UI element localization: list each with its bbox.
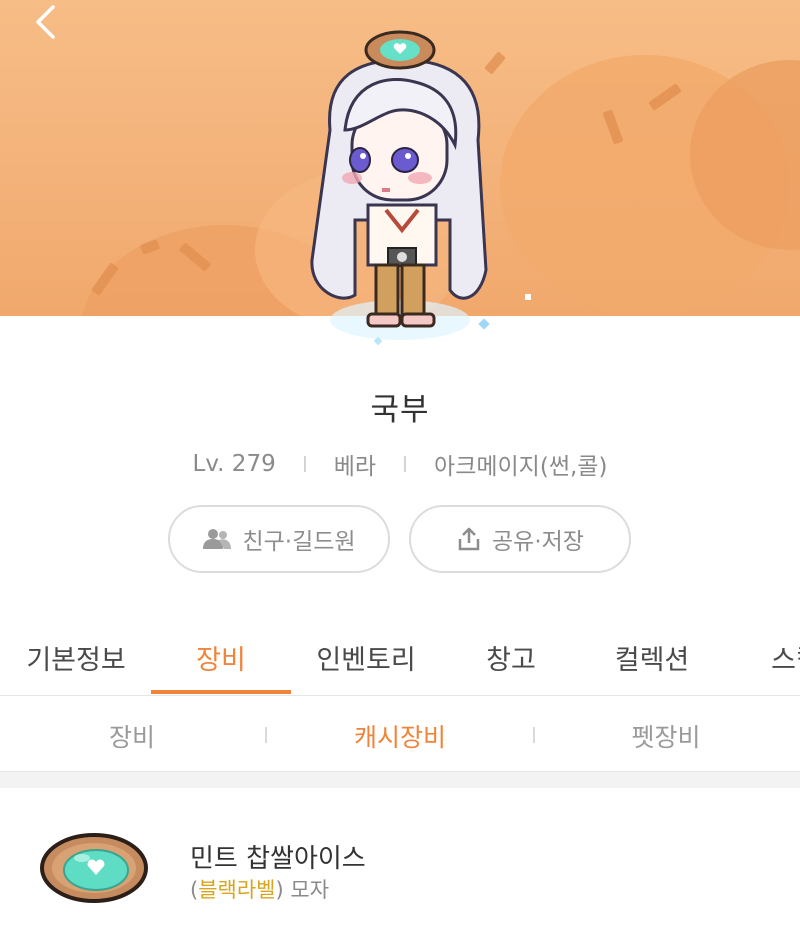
tab-collection[interactable]: 컬렉션 xyxy=(615,638,690,677)
tab-equipment[interactable]: 장비 xyxy=(196,638,246,677)
item-label-paren: ) xyxy=(275,878,284,902)
people-icon xyxy=(203,529,232,549)
mint-rice-cake-ice-icon xyxy=(40,833,148,903)
sparkle-icon xyxy=(525,294,531,300)
tab-inventory[interactable]: 인벤토리 xyxy=(316,638,415,677)
main-tabs: 기본정보 장비 인벤토리 창고 컬렉션 스킬 xyxy=(0,630,800,696)
divider xyxy=(404,456,407,472)
friends-guild-label: 친구·길드원 xyxy=(242,529,356,555)
friends-guild-button[interactable]: 친구·길드원 xyxy=(168,505,390,573)
divider xyxy=(265,727,267,743)
subtab-pet-equipment[interactable]: 펫장비 xyxy=(631,718,700,754)
character-name: 국부 xyxy=(370,392,430,428)
sub-tabs: 장비 캐시장비 펫장비 xyxy=(0,700,800,770)
character-job: 아크메이지(썬,콜) xyxy=(434,454,608,480)
tabs-divider xyxy=(0,695,800,696)
divider xyxy=(533,727,535,743)
subtab-cash-equipment[interactable]: 캐시장비 xyxy=(354,718,446,754)
character-meta: Lv. 279 베라 아크메이지(썬,콜) xyxy=(0,447,800,481)
tab-storage[interactable]: 창고 xyxy=(486,638,536,677)
item-label-paren: ( xyxy=(190,878,199,902)
item-category: 모자 xyxy=(290,878,330,902)
character-avatar xyxy=(310,30,490,346)
list-item[interactable]: 민트 찹쌀아이스 (블랙라벨) 모자 xyxy=(0,788,800,941)
share-icon xyxy=(458,527,480,551)
active-tab-indicator xyxy=(151,690,291,694)
character-world: 베라 xyxy=(333,454,377,480)
share-save-button[interactable]: 공유·저장 xyxy=(409,505,631,573)
subtab-equipment[interactable]: 장비 xyxy=(109,718,155,754)
divider xyxy=(303,456,306,472)
share-save-label: 공유·저장 xyxy=(492,529,584,555)
tab-skill[interactable]: 스킬 xyxy=(771,638,800,677)
character-level: Lv. 279 xyxy=(192,451,276,477)
item-label: 블랙라벨 xyxy=(198,878,276,902)
chevron-left-icon xyxy=(36,5,55,39)
section-divider xyxy=(0,771,800,788)
item-category-line: (블랙라벨) 모자 xyxy=(190,874,329,904)
item-name: 민트 찹쌀아이스 xyxy=(190,844,366,874)
tab-basic-info[interactable]: 기본정보 xyxy=(26,638,125,677)
back-button[interactable] xyxy=(26,2,66,42)
